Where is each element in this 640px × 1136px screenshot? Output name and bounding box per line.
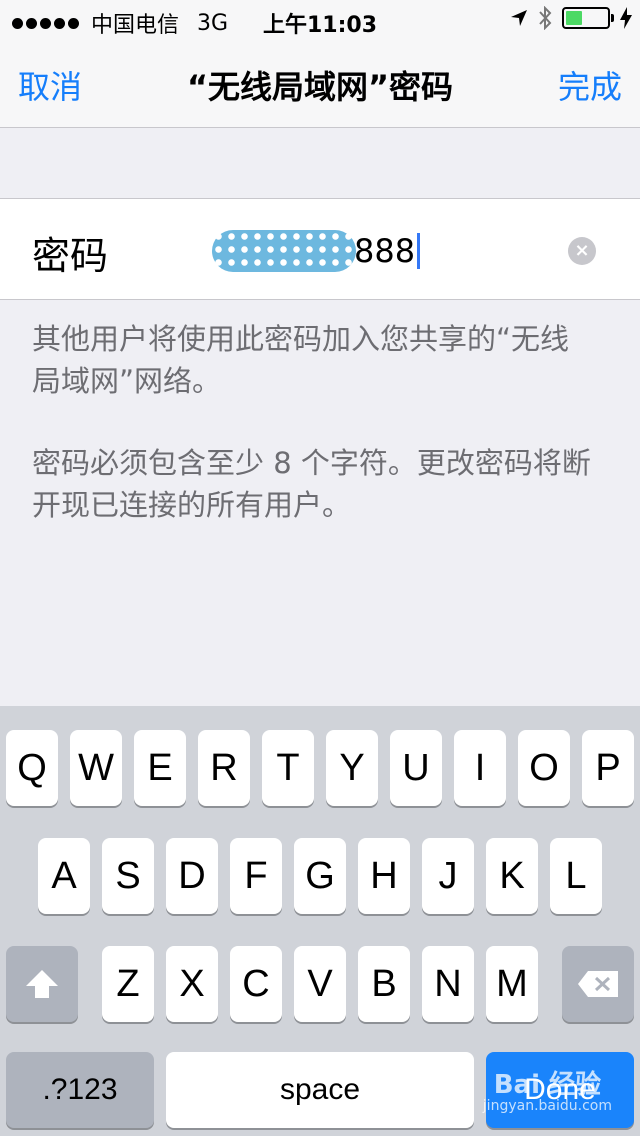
page-title: “无线局域网”密码: [186, 68, 454, 106]
password-requirement-note: 密码必须包含至少 8 个字符。更改密码将断开现已连接的所有用户。: [32, 446, 591, 522]
delete-key[interactable]: [562, 946, 634, 1022]
key-z[interactable]: Z: [102, 946, 154, 1022]
numbers-key[interactable]: .?123: [6, 1052, 154, 1128]
key-u[interactable]: U: [390, 730, 442, 806]
key-y[interactable]: Y: [326, 730, 378, 806]
battery-level: [566, 11, 582, 25]
text-cursor: [417, 233, 421, 269]
watermark-url: jingyan.baidu.com: [482, 1098, 612, 1114]
key-t[interactable]: T: [262, 730, 314, 806]
password-visible-text: 888: [354, 232, 416, 270]
key-h[interactable]: H: [358, 838, 410, 914]
key-o[interactable]: O: [518, 730, 570, 806]
done-button[interactable]: 完成: [558, 62, 622, 108]
key-p[interactable]: P: [582, 730, 634, 806]
key-j[interactable]: J: [422, 838, 474, 914]
key-a[interactable]: A: [38, 838, 90, 914]
status-bar: 中国电信 3G 上午11:03: [0, 0, 640, 40]
shift-key[interactable]: [6, 946, 78, 1022]
password-row: 密码 888 ×: [0, 198, 640, 300]
key-m[interactable]: M: [486, 946, 538, 1022]
status-right: [510, 6, 632, 30]
watermark-brand: Bai 经验: [493, 1070, 602, 1100]
key-c[interactable]: C: [230, 946, 282, 1022]
charging-bolt-icon: [620, 7, 632, 29]
key-r[interactable]: R: [198, 730, 250, 806]
baidu-watermark: Bai 经验 jingyan.baidu.com: [483, 1072, 612, 1114]
password-input[interactable]: 888: [212, 229, 421, 273]
space-key[interactable]: space: [166, 1052, 474, 1128]
key-n[interactable]: N: [422, 946, 474, 1022]
masked-password-overlay: [212, 230, 356, 272]
battery-icon: [562, 7, 614, 29]
keyboard: QWERTYUIOP ASDFGHJKL ZXCVBNM .?123 space…: [0, 706, 640, 1136]
key-v[interactable]: V: [294, 946, 346, 1022]
navigation-bar: 取消 “无线局域网”密码 完成: [0, 40, 640, 128]
key-b[interactable]: B: [358, 946, 410, 1022]
key-g[interactable]: G: [294, 838, 346, 914]
key-f[interactable]: F: [230, 838, 282, 914]
delete-icon: [578, 971, 618, 997]
key-w[interactable]: W: [70, 730, 122, 806]
key-q[interactable]: Q: [6, 730, 58, 806]
key-x[interactable]: X: [166, 946, 218, 1022]
shift-icon: [26, 970, 58, 998]
bluetooth-icon: [539, 6, 552, 30]
location-arrow-icon: [511, 10, 527, 26]
clear-icon[interactable]: ×: [568, 237, 596, 265]
key-s[interactable]: S: [102, 838, 154, 914]
key-e[interactable]: E: [134, 730, 186, 806]
key-l[interactable]: L: [550, 838, 602, 914]
key-i[interactable]: I: [454, 730, 506, 806]
key-d[interactable]: D: [166, 838, 218, 914]
key-k[interactable]: K: [486, 838, 538, 914]
sharing-note: 其他用户将使用此密码加入您共享的“无线局域网”网络。: [32, 322, 570, 398]
password-label: 密码: [32, 234, 109, 278]
